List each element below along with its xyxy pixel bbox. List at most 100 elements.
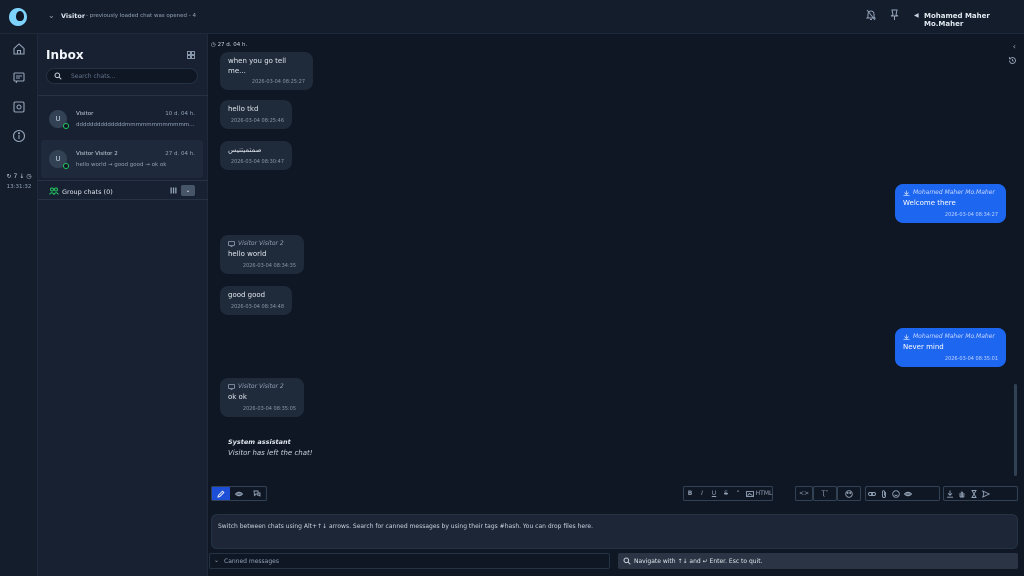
canned-messages-label: Canned messages bbox=[224, 558, 279, 565]
chat-list-item[interactable]: U Visitor Visitor 2 27 d. 04 h. hello wo… bbox=[41, 140, 203, 178]
insert-group bbox=[865, 486, 940, 501]
message-time: 2026-03-04 08:34:27 bbox=[944, 211, 998, 218]
online-indicator bbox=[63, 123, 69, 129]
bold-button[interactable]: B bbox=[684, 487, 696, 500]
clock-icon: ◷ bbox=[211, 42, 216, 48]
canned-messages-toggle[interactable]: ⌄ Canned messages bbox=[209, 553, 610, 569]
app-logo[interactable] bbox=[9, 8, 27, 26]
text-size-group: Ʈ˅ bbox=[813, 486, 837, 501]
link-icon[interactable] bbox=[866, 487, 878, 500]
message-bubble[interactable]: good good 2026-03-04 08:34:48 bbox=[220, 286, 292, 315]
message-bubble[interactable]: hello tkd 2026-03-04 08:25:46 bbox=[220, 100, 292, 129]
message-bubble[interactable]: Mohamed Maher Mo.Maher Never mind 2026-0… bbox=[895, 328, 1006, 367]
smile-icon[interactable] bbox=[890, 487, 902, 500]
conversation-date: ◷ 27 d. 04 h. bbox=[211, 42, 247, 48]
message-time: 2026-03-04 08:25:27 bbox=[251, 79, 305, 85]
chat-list-panel: Inbox U Visitor 10 d. 04 h. dddddddddddd… bbox=[38, 34, 208, 576]
message-bubble[interactable]: صمتميتنيس 2026-03-04 08:30:47 bbox=[220, 141, 292, 170]
quote-icon[interactable]: ” bbox=[732, 487, 744, 500]
history-icon[interactable] bbox=[1008, 56, 1017, 65]
message-sender: Mohamed Maher Mo.Maher bbox=[903, 333, 998, 340]
message-text: when you go tell me... bbox=[228, 57, 287, 75]
code-group: <> bbox=[795, 486, 813, 501]
group-chats-toggle-button[interactable]: ⌄ bbox=[181, 185, 195, 196]
message-text: hello tkd bbox=[228, 105, 259, 113]
message-bubble[interactable]: Mohamed Maher Mo.Maher Welcome there 202… bbox=[895, 184, 1006, 223]
monitor-icon bbox=[228, 383, 235, 390]
chevron-down-icon: ⌄ bbox=[214, 557, 220, 564]
navigation-hint: Navigate with ↑↓ and ↵ Enter. Esc to qui… bbox=[634, 557, 763, 565]
message-sender-name: Visitor Visitor 2 bbox=[238, 240, 284, 247]
chevron-down-icon[interactable]: ⌄ bbox=[48, 11, 55, 20]
chat-item-time: 27 d. 04 h. bbox=[165, 151, 195, 157]
message-time: 2026-03-04 08:35:05 bbox=[242, 405, 296, 412]
message-sender-name: Mohamed Maher Mo.Maher bbox=[913, 333, 995, 340]
search-input[interactable] bbox=[71, 71, 191, 81]
conversation-date-text: 27 d. 04 h. bbox=[217, 42, 248, 48]
text-size-button[interactable]: Ʈ˅ bbox=[814, 487, 836, 500]
composer-hint: Switch between chats using Alt+↑↓ arrows… bbox=[218, 523, 593, 530]
code-button[interactable]: <> bbox=[796, 487, 812, 500]
message-text: good good bbox=[228, 291, 266, 299]
italic-button[interactable]: I bbox=[696, 487, 708, 500]
eye-icon[interactable] bbox=[230, 487, 248, 500]
current-user-name[interactable]: Mohamed Maher Mo.Maher bbox=[924, 12, 1024, 28]
download-icon[interactable] bbox=[944, 487, 956, 500]
status-time: 13:31:32 bbox=[6, 184, 32, 190]
divider bbox=[38, 95, 208, 96]
chat-item-time: 10 d. 04 h. bbox=[165, 111, 195, 117]
hourglass-icon[interactable] bbox=[968, 487, 980, 500]
system-message-title: System assistant bbox=[228, 438, 291, 446]
message-sender: Visitor Visitor 2 bbox=[228, 383, 296, 390]
home-icon[interactable] bbox=[12, 42, 26, 56]
message-text: Never mind bbox=[903, 343, 944, 351]
pencil-icon[interactable] bbox=[212, 487, 230, 500]
search-box[interactable] bbox=[46, 68, 198, 84]
search-icon bbox=[623, 557, 631, 565]
collapse-icon[interactable]: ‹ bbox=[1013, 42, 1016, 51]
bell-off-icon[interactable] bbox=[866, 9, 876, 21]
html-button[interactable]: HTML bbox=[756, 487, 773, 500]
message-time: 2026-03-04 08:34:48 bbox=[230, 303, 284, 310]
left-rail: ↻ 7 ↓ ◷ 13:31:32 bbox=[0, 34, 38, 576]
settings-icon[interactable] bbox=[12, 100, 26, 114]
message-time: 2026-03-04 08:25:46 bbox=[230, 117, 284, 124]
send-icon[interactable] bbox=[980, 487, 992, 500]
group-chats-label: Group chats (0) bbox=[62, 187, 113, 196]
caret-left-icon[interactable]: ◀ bbox=[914, 12, 919, 19]
online-status[interactable]: ↻ 7 ↓ ◷ bbox=[4, 173, 34, 180]
underline-button[interactable]: U bbox=[708, 487, 720, 500]
inbox-title: Inbox bbox=[46, 48, 84, 62]
online-indicator bbox=[63, 163, 69, 169]
format-group: B I U S ” HTML bbox=[683, 486, 773, 501]
chat-list-item[interactable]: U Visitor 10 d. 04 h. ddddddddddddddmmmm… bbox=[41, 100, 203, 138]
palette-icon[interactable] bbox=[838, 487, 860, 500]
attachment-icon[interactable] bbox=[878, 487, 890, 500]
pin-icon[interactable] bbox=[890, 9, 899, 21]
chat-icon[interactable] bbox=[12, 71, 26, 85]
eye-icon[interactable] bbox=[902, 487, 914, 500]
message-bubble[interactable]: when you go tell me... 2026-03-04 08:25:… bbox=[220, 52, 313, 90]
message-sender-name: Visitor Visitor 2 bbox=[238, 383, 284, 390]
message-text: hello world bbox=[228, 250, 267, 258]
mode-group bbox=[211, 486, 267, 501]
hand-icon[interactable] bbox=[956, 487, 968, 500]
bars-icon[interactable] bbox=[170, 187, 177, 194]
canned-search-bar[interactable]: Navigate with ↑↓ and ↵ Enter. Esc to qui… bbox=[618, 553, 1018, 569]
header-visitor-name: Visitor bbox=[61, 12, 86, 20]
strike-button[interactable]: S bbox=[720, 487, 732, 500]
image-icon[interactable] bbox=[744, 487, 756, 500]
whisper-icon[interactable] bbox=[248, 487, 266, 500]
message-bubble[interactable]: Visitor Visitor 2 hello world 2026-03-04… bbox=[220, 235, 304, 274]
message-time: 2026-03-04 08:35:01 bbox=[944, 355, 998, 362]
system-message-text: Visitor has left the chat! bbox=[228, 449, 313, 457]
scrollbar[interactable] bbox=[1014, 384, 1017, 476]
info-icon[interactable] bbox=[12, 129, 26, 143]
chat-item-preview: ddddddddddddddmmmmmmmmmmmmmmmmmmmm... bbox=[76, 122, 196, 128]
group-chats-row[interactable]: Group chats (0) ⌄ bbox=[38, 180, 208, 200]
message-bubble[interactable]: Visitor Visitor 2 ok ok 2026-03-04 08:35… bbox=[220, 378, 304, 417]
message-text: ok ok bbox=[228, 393, 247, 401]
message-composer[interactable]: Switch between chats using Alt+↑↓ arrows… bbox=[211, 514, 1018, 549]
layout-grid-icon[interactable] bbox=[187, 51, 195, 59]
top-bar: ⌄ Visitor - previously loaded chat was o… bbox=[0, 0, 1024, 34]
